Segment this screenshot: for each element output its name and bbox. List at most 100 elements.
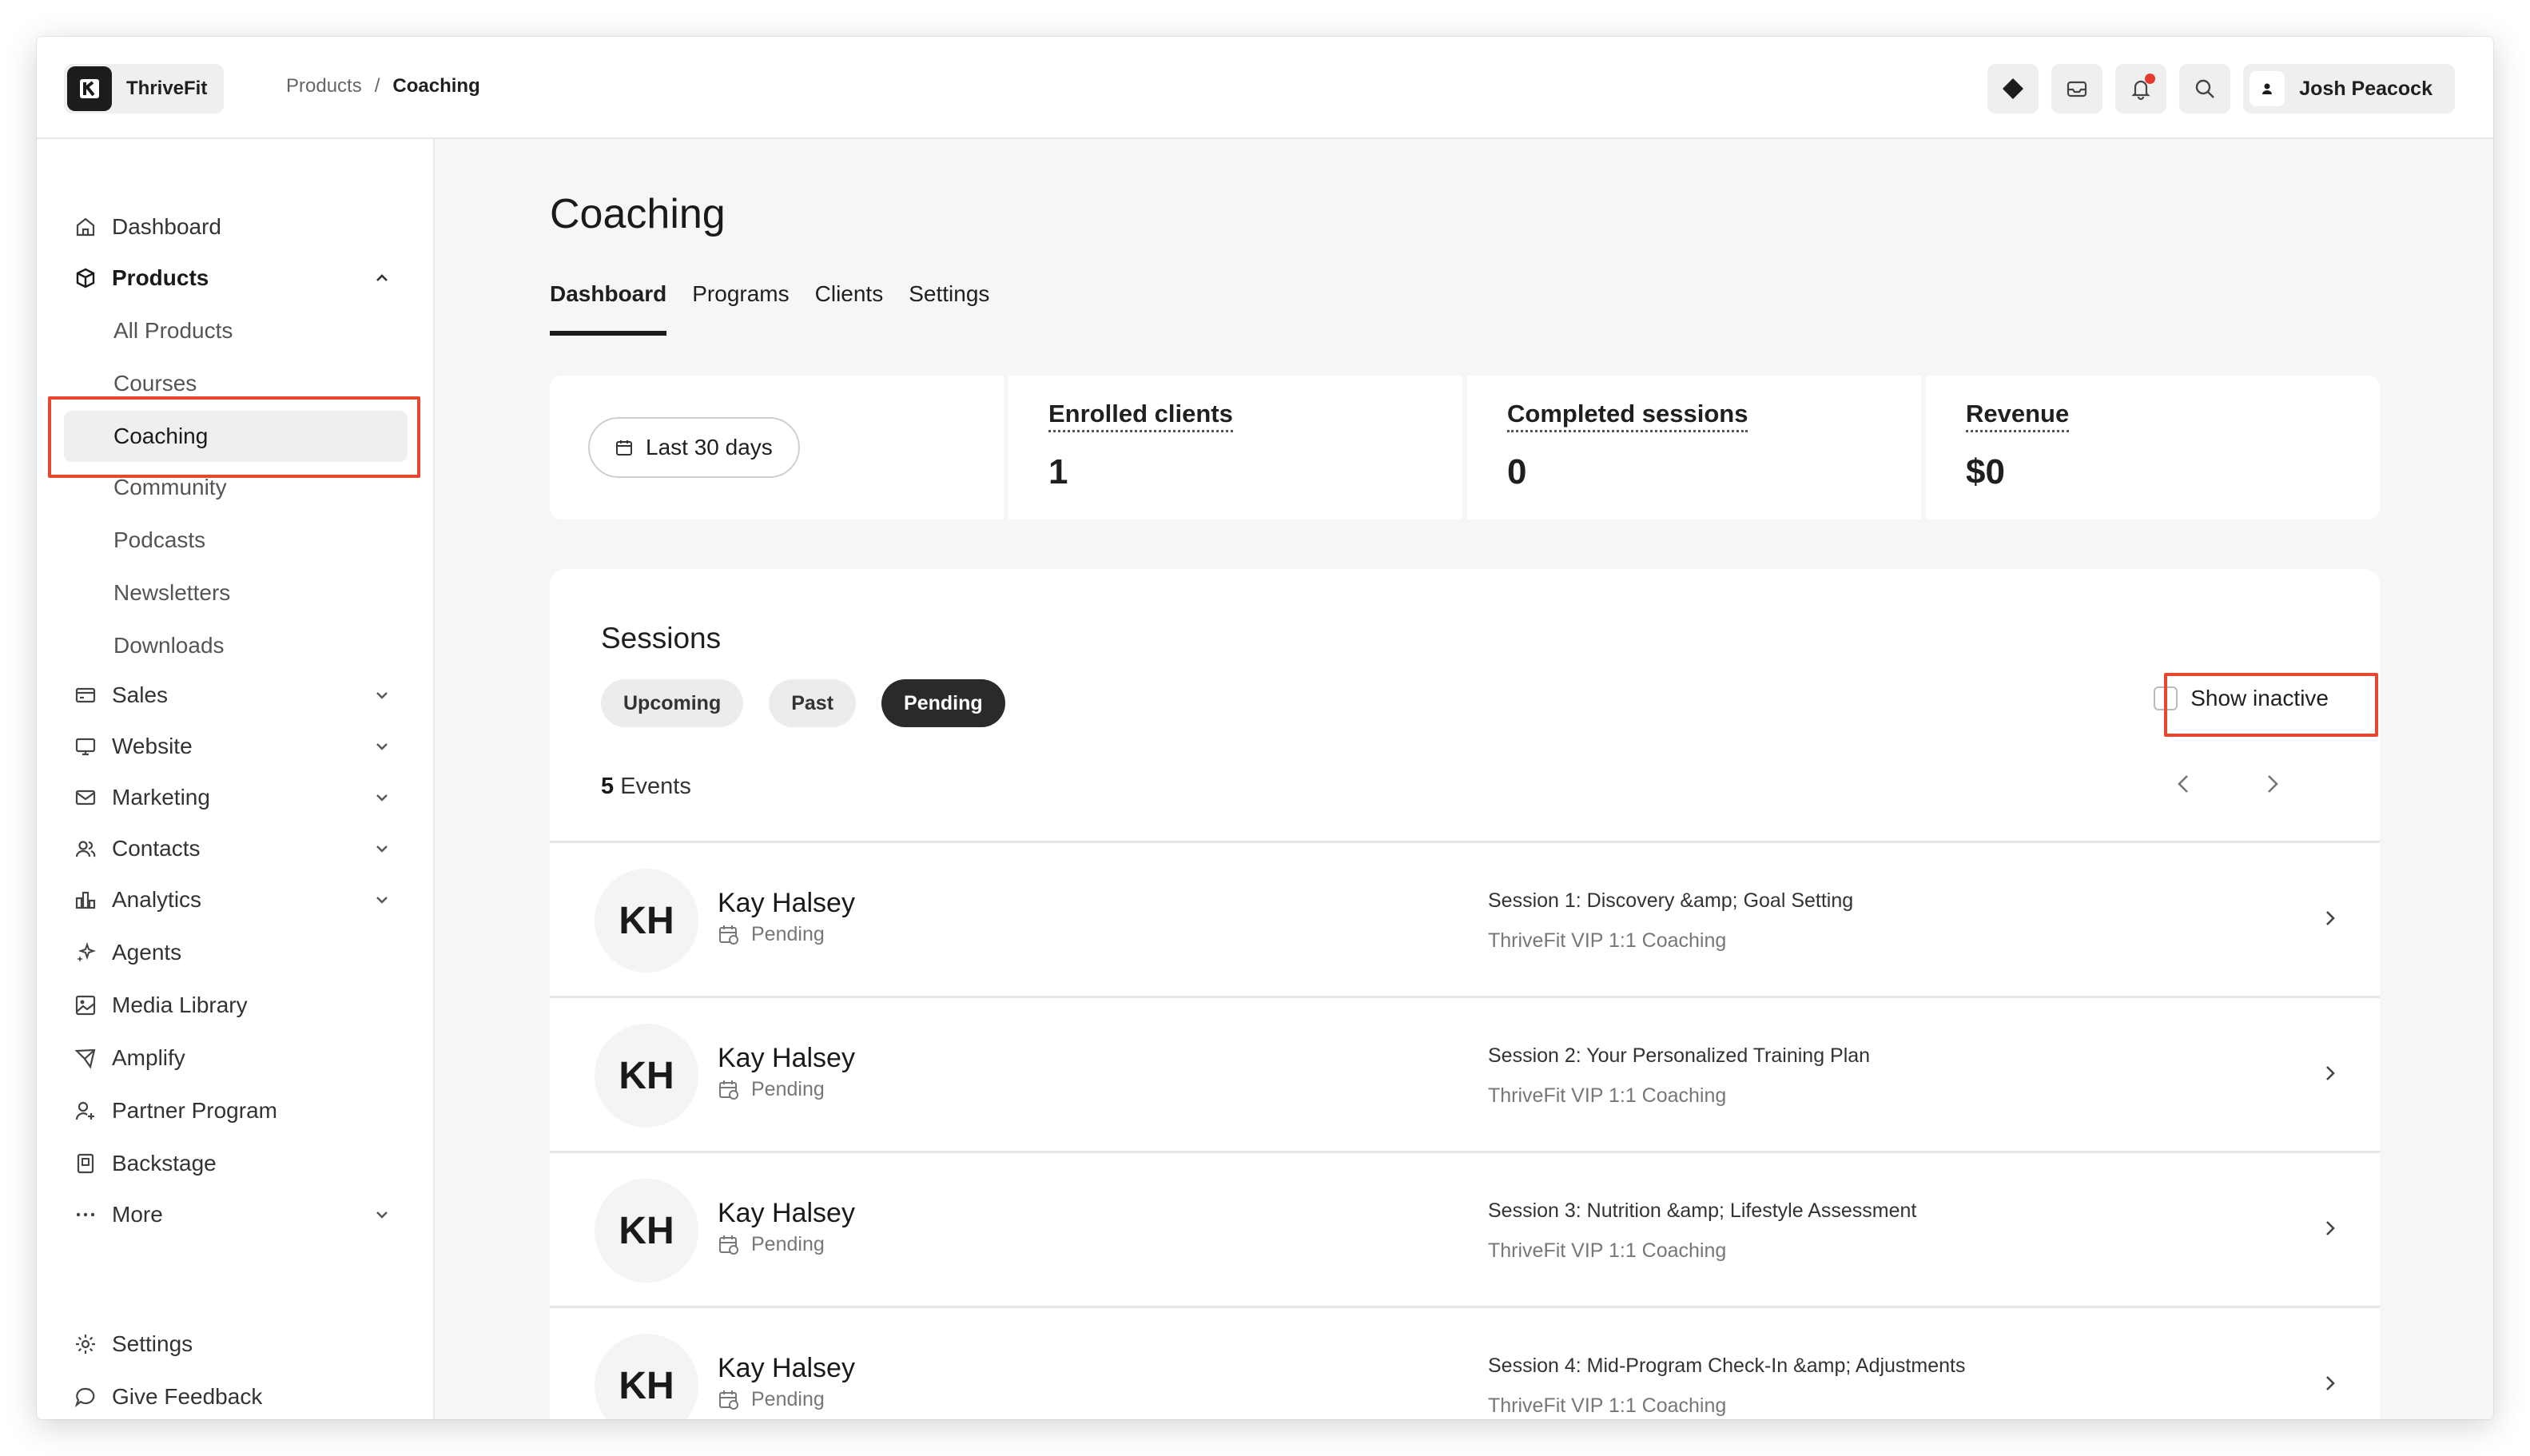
session-status: Pending (718, 1078, 825, 1101)
search-icon (2196, 79, 2215, 98)
session-title: Session 1: Discovery &amp; Goal Setting (1488, 889, 1854, 912)
pager (2172, 772, 2284, 796)
session-title: Session 4: Mid-Program Check-In &amp; Ad… (1488, 1355, 1966, 1377)
sidebar-item-amplify[interactable]: Amplify (64, 1034, 416, 1082)
sidebar-sub-newsletters[interactable]: Newsletters (113, 569, 230, 617)
client-avatar: KH (595, 1024, 698, 1128)
filter-past[interactable]: Past (769, 679, 857, 727)
sidebar-item-dashboard[interactable]: Dashboard (64, 203, 416, 251)
session-row[interactable]: KH Kay Halsey Pending Session 3: Nutriti… (550, 1153, 2380, 1308)
client-avatar: KH (595, 1334, 698, 1419)
sidebar-item-label: Marketing (112, 785, 210, 810)
brand-name: ThriveFit (126, 78, 208, 99)
sidebar-item-label: Contacts (112, 836, 201, 861)
events-count-number: 5 (601, 774, 615, 799)
sidebar-sub-all-products[interactable]: All Products (113, 307, 233, 355)
session-row[interactable]: KH Kay Halsey Pending Session 4: Mid-Pro… (550, 1308, 2380, 1419)
sidebar-item-give-feedback[interactable]: Give Feedback (64, 1373, 416, 1419)
stat-card-enrolled-clients: Enrolled clients 1 (1008, 376, 1462, 519)
filter-upcoming[interactable]: Upcoming (601, 679, 744, 727)
upgrade-button[interactable] (1987, 64, 2039, 113)
chevron-down-icon (376, 845, 388, 853)
sidebar-item-partner-program[interactable]: Partner Program (64, 1087, 416, 1135)
chevron-right-icon[interactable] (2260, 772, 2284, 796)
sidebar-item-products[interactable]: Products (64, 254, 416, 302)
brand-switcher[interactable]: ThriveFit (64, 64, 224, 113)
session-row[interactable]: KH Kay Halsey Pending Session 1: Discove… (550, 843, 2380, 998)
session-title: Session 2: Your Personalized Training Pl… (1488, 1044, 1871, 1067)
stat-label[interactable]: Enrolled clients (1048, 400, 1233, 432)
breadcrumb-separator: / (374, 75, 380, 97)
stat-label[interactable]: Revenue (1966, 400, 2070, 432)
sidebar-item-agents[interactable]: Agents (64, 929, 416, 977)
stat-label[interactable]: Completed sessions (1507, 400, 1748, 432)
sidebar-item-more[interactable]: More (64, 1191, 416, 1239)
show-inactive-highlight-box (2164, 673, 2378, 737)
chevron-right-icon[interactable] (2319, 1062, 2341, 1084)
date-range-card: Last 30 days (550, 376, 1004, 519)
chat-icon (74, 1385, 97, 1409)
session-filter-pills: Upcoming Past Pending (601, 679, 1005, 727)
chevron-down-icon (376, 897, 388, 904)
session-status-label: Pending (751, 923, 825, 945)
calendar-clock-icon (719, 1080, 738, 1100)
sidebar-item-label: Analytics (112, 887, 202, 912)
sidebar-sub-downloads[interactable]: Downloads (113, 622, 225, 670)
sidebar-item-sales[interactable]: Sales (64, 671, 416, 719)
filter-pending[interactable]: Pending (881, 679, 1005, 727)
stat-value: 0 (1507, 452, 1527, 491)
header-actions: Josh Peacock (1987, 64, 2455, 113)
events-count: 5 Events (601, 774, 691, 800)
session-program: ThriveFit VIP 1:1 Coaching (1488, 929, 1727, 952)
chevron-down-icon (376, 794, 388, 802)
breadcrumb-products-link[interactable]: Products (286, 75, 362, 97)
sidebar-item-media-library[interactable]: Media Library (64, 981, 416, 1029)
session-row[interactable]: KH Kay Halsey Pending Session 2: Your Pe… (550, 998, 2380, 1153)
client-avatar: KH (595, 869, 698, 973)
stat-value: 1 (1048, 452, 1068, 491)
session-status-label: Pending (751, 1388, 825, 1410)
sidebar-item-label: Give Feedback (112, 1384, 263, 1409)
date-range-button[interactable]: Last 30 days (588, 417, 800, 478)
chevron-right-icon[interactable] (2319, 1372, 2341, 1394)
chevron-left-icon[interactable] (2172, 772, 2196, 796)
search-button[interactable] (2179, 64, 2231, 113)
breadcrumb-current: Coaching (392, 75, 480, 97)
sidebar-item-settings[interactable]: Settings (64, 1320, 416, 1368)
top-bar: ThriveFit Products / Coaching Josh Peaco… (37, 37, 2493, 139)
chevron-right-icon[interactable] (2319, 907, 2341, 929)
tab-clients[interactable]: Clients (815, 281, 884, 336)
user-icon (2262, 83, 2273, 94)
sidebar-sub-podcasts[interactable]: Podcasts (113, 516, 205, 564)
stats-row: Last 30 days Enrolled clients 1 Complete… (550, 376, 2380, 519)
session-status: Pending (718, 923, 825, 946)
sidebar-item-marketing[interactable]: Marketing (64, 774, 416, 821)
client-name: Kay Halsey (718, 1198, 855, 1228)
chevron-up-icon (376, 274, 388, 281)
sidebar-item-label: Backstage (112, 1151, 217, 1176)
sidebar-item-label: Dashboard (112, 214, 221, 239)
client-name: Kay Halsey (718, 888, 855, 918)
send-icon (74, 1046, 97, 1070)
sidebar-item-label: Website (112, 734, 193, 758)
notifications-button[interactable] (2115, 64, 2167, 113)
session-title: Session 3: Nutrition &amp; Lifestyle Ass… (1488, 1199, 1917, 1222)
sidebar-item-analytics[interactable]: Analytics (64, 876, 416, 924)
sidebar-item-label: Amplify (112, 1045, 185, 1070)
sidebar-item-backstage[interactable]: Backstage (64, 1140, 416, 1187)
chevron-down-icon (376, 743, 388, 750)
tab-dashboard[interactable]: Dashboard (550, 281, 667, 336)
session-program: ThriveFit VIP 1:1 Coaching (1488, 1394, 1727, 1417)
chevron-right-icon[interactable] (2319, 1217, 2341, 1239)
sidebar-item-label: Partner Program (112, 1098, 277, 1123)
tab-settings[interactable]: Settings (909, 281, 989, 336)
user-menu-button[interactable]: Josh Peacock (2243, 64, 2455, 113)
client-name: Kay Halsey (718, 1043, 855, 1073)
inbox-button[interactable] (2051, 64, 2103, 113)
sidebar-item-website[interactable]: Website (64, 722, 416, 770)
tab-programs[interactable]: Programs (692, 281, 789, 336)
box-icon (74, 266, 97, 290)
mail-icon (74, 786, 97, 810)
events-count-label: Events (620, 774, 691, 799)
sidebar-item-contacts[interactable]: Contacts (64, 825, 416, 873)
